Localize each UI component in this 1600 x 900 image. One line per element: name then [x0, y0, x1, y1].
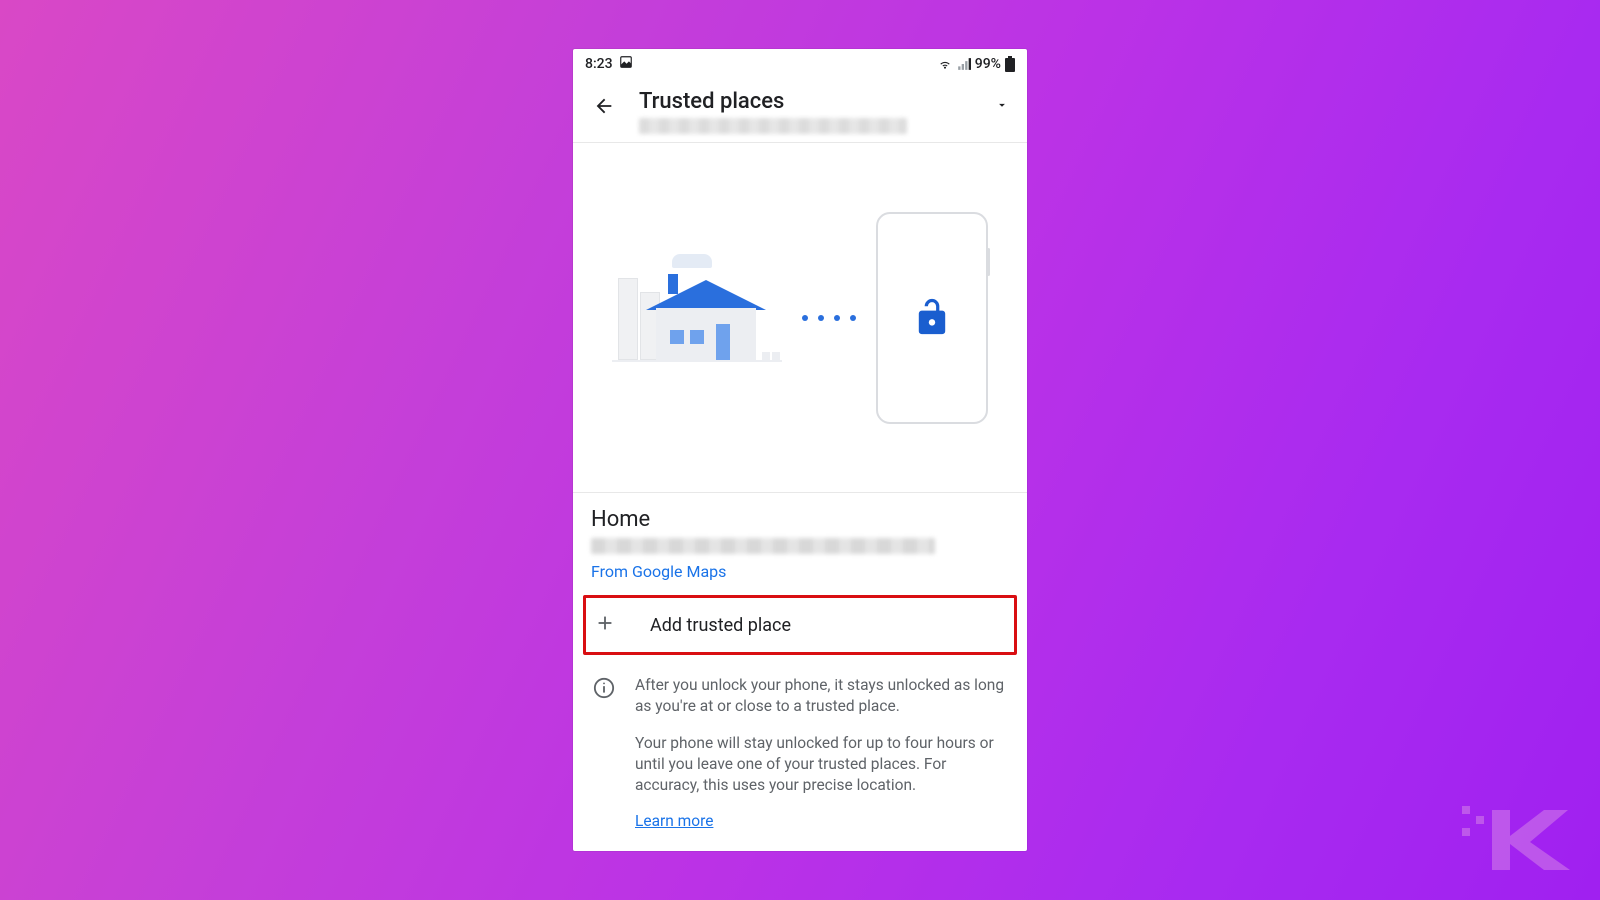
info-paragraph-2: Your phone will stay unlocked for up to … [635, 733, 1007, 796]
status-time: 8:23 [585, 56, 613, 72]
info-text: After you unlock your phone, it stays un… [635, 675, 1007, 830]
unlock-icon [914, 296, 950, 340]
page-title: Trusted places [639, 89, 975, 114]
app-bar: Trusted places [573, 79, 1027, 143]
learn-more-link[interactable]: Learn more [635, 812, 1007, 830]
place-address-redacted [591, 538, 935, 554]
status-right: 99% [937, 56, 1015, 72]
hero-illustration [573, 143, 1027, 493]
chevron-down-icon [995, 98, 1009, 112]
phone-unlocked-illustration [876, 212, 988, 424]
place-source-label: From Google Maps [591, 562, 1009, 581]
signal-icon [957, 57, 971, 71]
trusted-place-item[interactable]: Home From Google Maps [573, 493, 1027, 591]
battery-pct: 99% [975, 56, 1001, 72]
screenshot-icon [619, 55, 633, 73]
info-section: After you unlock your phone, it stays un… [573, 661, 1027, 838]
account-dropdown[interactable] [989, 85, 1015, 128]
phone-frame: 8:23 99% [573, 49, 1027, 851]
info-paragraph-1: After you unlock your phone, it stays un… [635, 675, 1007, 717]
appbar-title-wrap: Trusted places [639, 85, 975, 134]
plus-icon [594, 612, 616, 638]
arrow-left-icon [593, 95, 615, 117]
account-subtitle-redacted [639, 118, 907, 134]
back-button[interactable] [583, 85, 625, 131]
info-icon [593, 675, 615, 830]
status-bar: 8:23 99% [573, 49, 1027, 79]
watermark-logo [1462, 800, 1582, 880]
place-name: Home [591, 507, 1009, 532]
wifi-icon [937, 57, 953, 71]
connection-dots [802, 315, 856, 321]
add-trusted-place-label: Add trusted place [650, 615, 791, 636]
battery-icon [1005, 56, 1015, 72]
add-trusted-place-button[interactable]: Add trusted place [583, 595, 1017, 655]
status-left: 8:23 [585, 55, 633, 73]
house-illustration [612, 248, 782, 388]
page-background: 8:23 99% [0, 0, 1600, 900]
